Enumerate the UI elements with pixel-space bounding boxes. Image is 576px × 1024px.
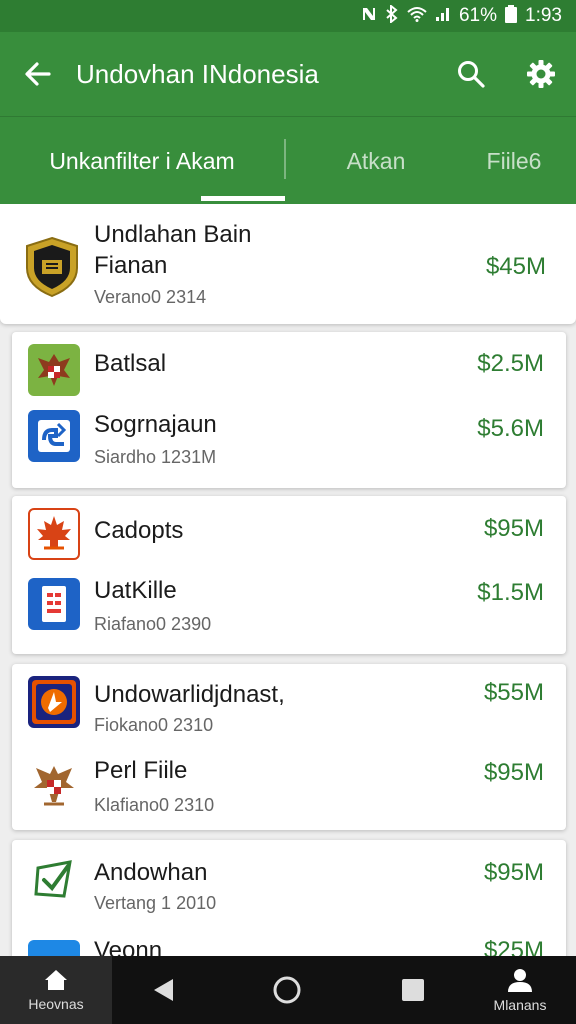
nav-home[interactable]: Heovnas bbox=[0, 956, 112, 1024]
featured-subtitle: Verano0 2314 bbox=[94, 287, 207, 307]
nav-profile-label: Mlanans bbox=[493, 997, 547, 1013]
list-item[interactable]: Undowarlidjdnast, Fiokano0 2310 $55M bbox=[12, 664, 566, 748]
item-title: Sogrnajaun bbox=[94, 411, 217, 438]
check-badge-icon bbox=[28, 854, 80, 906]
status-bar: 61% 1:93 bbox=[0, 0, 576, 32]
search-icon bbox=[458, 61, 485, 88]
list-card: Undowarlidjdnast, Fiokano0 2310 $55M Per… bbox=[12, 664, 566, 830]
recents-square-icon bbox=[402, 979, 424, 1001]
battery-text: 61% bbox=[458, 5, 498, 26]
list-item[interactable]: Perl Fiile Klafiano0 2310 $95M bbox=[12, 748, 566, 830]
list-card: Andowhan Vertang 1 2010 $95M Veonn $25M bbox=[12, 840, 566, 956]
tab-atkan[interactable]: Atkan bbox=[300, 117, 452, 205]
item-subtitle: Vertang 1 2010 bbox=[94, 893, 217, 913]
item-subtitle: Fiokano0 2310 bbox=[94, 715, 214, 735]
maple-leaf-icon bbox=[28, 508, 80, 560]
back-triangle-icon bbox=[154, 979, 173, 1001]
item-price: $2.5M bbox=[477, 350, 544, 377]
featured-price: $45M bbox=[485, 253, 546, 280]
item-price: $5.6M bbox=[477, 415, 544, 442]
tab-divider bbox=[284, 139, 286, 179]
item-price: $95M bbox=[483, 759, 544, 786]
item-title: Cadopts bbox=[94, 517, 184, 544]
back-arrow-icon bbox=[25, 62, 51, 86]
app-title: Undovhan INdonesia bbox=[76, 58, 319, 89]
list-item[interactable]: UatKille Riafano0 2390 $1.5M bbox=[12, 568, 566, 654]
signal-icon bbox=[435, 6, 451, 26]
item-price: $95M bbox=[483, 859, 544, 886]
item-title: Undowarlidjdnast, bbox=[94, 681, 285, 708]
clock: 1:93 bbox=[525, 5, 562, 26]
item-price: $25M bbox=[483, 937, 544, 956]
item-subtitle: Siardho 1231M bbox=[94, 447, 217, 467]
garuda-eagle-icon bbox=[26, 758, 82, 814]
search-button[interactable] bbox=[436, 32, 506, 116]
bluetooth-icon bbox=[385, 3, 399, 27]
settings-button[interactable] bbox=[506, 32, 576, 116]
person-icon bbox=[508, 969, 532, 992]
list-item[interactable]: Andowhan Vertang 1 2010 $95M bbox=[12, 840, 566, 926]
item-title: Veonn bbox=[94, 937, 163, 956]
item-title: UatKille bbox=[94, 577, 177, 604]
battery-icon bbox=[505, 5, 518, 27]
item-price: $55M bbox=[483, 679, 544, 706]
item-subtitle: Riafano0 2390 bbox=[94, 614, 212, 634]
back-button[interactable] bbox=[0, 32, 76, 116]
home-circle-icon bbox=[273, 976, 301, 1004]
tab-indicator bbox=[201, 196, 285, 201]
notification-icon bbox=[361, 6, 377, 26]
folder-icon bbox=[28, 940, 80, 956]
featured-title-line1: Undlahan Bain bbox=[94, 221, 252, 248]
item-title: Perl Fiile bbox=[94, 757, 188, 784]
list-item[interactable]: Batlsal $2.5M bbox=[12, 332, 566, 402]
list-item[interactable]: Sogrnajaun Siardho 1231M $5.6M bbox=[12, 402, 566, 488]
item-price: $95M bbox=[483, 515, 544, 542]
list-card: Batlsal $2.5M Sogrnajaun Siardho 1231M $… bbox=[12, 332, 566, 488]
list-item[interactable]: Cadopts $95M bbox=[12, 496, 566, 568]
nav-back-button[interactable] bbox=[128, 956, 198, 1024]
garuda-emblem-icon bbox=[28, 344, 80, 396]
nav-home-button[interactable] bbox=[252, 956, 322, 1024]
item-subtitle: Klafiano0 2310 bbox=[94, 795, 215, 815]
document-icon bbox=[28, 578, 80, 630]
tab-files[interactable]: Fiile6 bbox=[452, 117, 576, 205]
item-list[interactable]: Undlahan Bain Fianan Verano0 2314 $45M B… bbox=[0, 204, 576, 956]
featured-card[interactable]: Undlahan Bain Fianan Verano0 2314 $45M bbox=[0, 204, 576, 324]
gear-icon bbox=[527, 60, 555, 88]
item-price: $1.5M bbox=[477, 579, 544, 606]
shield-emblem-icon bbox=[24, 236, 80, 298]
featured-title-line2: Fianan bbox=[94, 252, 168, 279]
tab-unkanfilter[interactable]: Unkanfilter i Akam bbox=[0, 117, 284, 205]
nav-profile[interactable]: Mlanans bbox=[464, 956, 576, 1024]
nav-recents-button[interactable] bbox=[378, 956, 448, 1024]
list-card: Cadopts $95M UatKille Riafano0 2390 $1.5… bbox=[12, 496, 566, 654]
wifi-icon bbox=[407, 6, 427, 26]
list-item[interactable]: Veonn $25M bbox=[12, 926, 566, 956]
app-bar: Undovhan INdonesia bbox=[0, 32, 576, 116]
item-title: Batlsal bbox=[94, 350, 167, 377]
home-icon bbox=[45, 970, 67, 990]
nav-home-label: Heovnas bbox=[28, 996, 84, 1012]
emblem-badge-icon bbox=[28, 676, 80, 728]
blue-badge-icon bbox=[28, 410, 80, 462]
item-title: Andowhan bbox=[94, 859, 208, 886]
bottom-nav: Heovnas Mlanans bbox=[0, 956, 576, 1024]
tab-bar: Unkanfilter i Akam Atkan Fiile6 bbox=[0, 116, 576, 204]
